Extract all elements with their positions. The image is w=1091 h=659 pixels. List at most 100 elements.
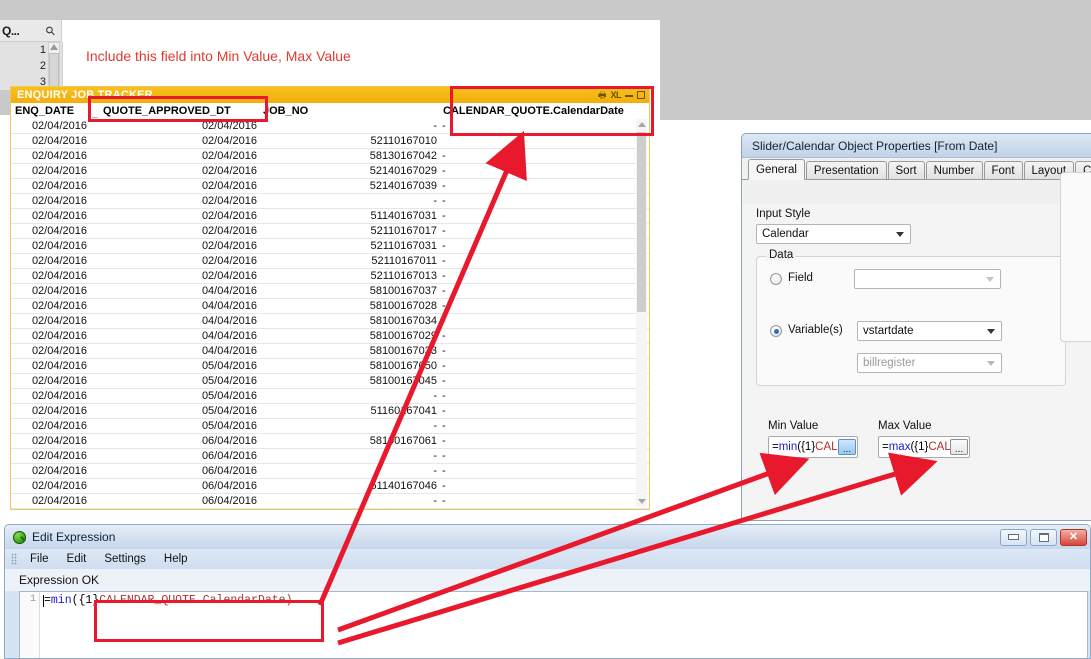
table-cell-quote[interactable]: 02/04/2016 (99, 179, 259, 193)
expression-editor[interactable]: 1 =min({1}CALENDAR_QUOTE.CalendarDate) (19, 591, 1088, 658)
edit-expression-window[interactable]: Edit Expression ✕ File Edit Settings Hel… (4, 524, 1091, 659)
table-cell-enq[interactable]: 02/04/2016 (11, 389, 91, 403)
table-cell-job[interactable]: 52110167017 (259, 224, 439, 238)
table-cell-enq[interactable]: 02/04/2016 (11, 494, 91, 508)
table-cell-job[interactable]: 52140167039 (259, 179, 439, 193)
maximize-button[interactable] (1030, 528, 1057, 546)
table-row[interactable]: 02/04/2016 05/04/2016 58100167050- (11, 359, 649, 374)
table-cell-job[interactable]: - (259, 449, 439, 463)
column-resize-handle[interactable]: _ (91, 103, 99, 119)
table-cell-quote[interactable]: 02/04/2016 (99, 269, 259, 283)
table-cell-sep[interactable] (91, 434, 99, 448)
table-row[interactable]: 02/04/2016 02/04/2016- - (11, 194, 649, 209)
table-cell-cal[interactable]: - (439, 464, 639, 478)
table-cell-enq[interactable]: 02/04/2016 (11, 209, 91, 223)
table-cell-cal[interactable]: - (439, 269, 639, 283)
table-cell-enq[interactable]: 02/04/2016 (11, 449, 91, 463)
table-cell-cal[interactable]: - (439, 419, 639, 433)
table-cell-quote[interactable]: 06/04/2016 (99, 494, 259, 508)
table-cell-cal[interactable]: - (439, 494, 639, 508)
table-cell-enq[interactable]: 02/04/2016 (11, 299, 91, 313)
table-cell-sep[interactable] (91, 314, 99, 328)
table-body[interactable]: 02/04/2016 02/04/2016- -02/04/2016 02/04/20… (11, 119, 649, 509)
table-row[interactable]: 02/04/2016 06/04/2016 51140167046- (11, 479, 649, 494)
table-cell-job[interactable]: 58130167042 (259, 149, 439, 163)
table-cell-enq[interactable]: 02/04/2016 (11, 224, 91, 238)
table-cell-quote[interactable]: 02/04/2016 (99, 119, 259, 133)
scroll-down-icon[interactable] (636, 496, 647, 507)
table-cell-cal[interactable]: - (439, 119, 639, 133)
table-cell-quote[interactable]: 06/04/2016 (99, 464, 259, 478)
table-cell-cal[interactable]: - (439, 299, 639, 313)
tab-number[interactable]: Number (925, 161, 983, 179)
table-cell-sep[interactable] (91, 164, 99, 178)
table-cell-enq[interactable]: 02/04/2016 (11, 374, 91, 388)
table-cell-cal[interactable] (439, 134, 639, 148)
table-cell-job[interactable]: 58100167050 (259, 359, 439, 373)
table-cell-job[interactable]: 52140167029 (259, 164, 439, 178)
table-row[interactable]: 02/04/2016 02/04/2016 52140167039- (11, 179, 649, 194)
table-cell-enq[interactable]: 02/04/2016 (11, 359, 91, 373)
table-cell-enq[interactable]: 02/04/2016 (11, 269, 91, 283)
tab-general[interactable]: General (748, 159, 805, 180)
table-row[interactable]: 02/04/2016 02/04/2016 52110167011- (11, 254, 649, 269)
table-cell-enq[interactable]: 02/04/2016 (11, 404, 91, 418)
chevron-down-icon[interactable] (987, 360, 995, 366)
table-cell-quote[interactable]: 04/04/2016 (99, 329, 259, 343)
table-cell-job[interactable]: - (259, 494, 439, 508)
menu-grip-icon[interactable] (11, 553, 17, 565)
table-cell-enq[interactable]: 02/04/2016 (11, 314, 91, 328)
table-cell-job[interactable]: 58100167061 (259, 434, 439, 448)
table-cell-job[interactable]: 58100167034 (259, 314, 439, 328)
table-cell-job[interactable]: 52110167011 (259, 254, 439, 268)
table-cell-sep[interactable] (91, 254, 99, 268)
max-value-expression-button[interactable]: ... (950, 439, 968, 455)
table-cell-job[interactable]: 58100167037 (259, 284, 439, 298)
chevron-down-icon[interactable] (896, 231, 904, 237)
variable-secondary-select[interactable]: billregister (857, 353, 1002, 373)
table-cell-sep[interactable] (91, 449, 99, 463)
table-cell-job[interactable]: 58100167033 (259, 344, 439, 358)
table-cell-cal[interactable]: - (439, 479, 639, 493)
table-cell-job[interactable]: - (259, 194, 439, 208)
table-cell-quote[interactable]: 06/04/2016 (99, 434, 259, 448)
table-cell-job[interactable]: 58100167029 (259, 329, 439, 343)
table-cell-enq[interactable]: 02/04/2016 (11, 344, 91, 358)
table-cell-quote[interactable]: 04/04/2016 (99, 299, 259, 313)
table-cell-enq[interactable]: 02/04/2016 (11, 134, 91, 148)
table-cell-quote[interactable]: 05/04/2016 (99, 374, 259, 388)
table-cell-job[interactable]: - (259, 389, 439, 403)
table-row[interactable]: 02/04/2016 04/04/2016 58100167037- (11, 284, 649, 299)
chevron-down-icon[interactable] (986, 276, 994, 282)
table-cell-quote[interactable]: 02/04/2016 (99, 194, 259, 208)
table-cell-job[interactable]: 52110167013 (259, 269, 439, 283)
variables-radio[interactable] (770, 325, 782, 337)
table-cell-sep[interactable] (91, 374, 99, 388)
table-row[interactable]: 02/04/2016 02/04/2016 52110167013- (11, 269, 649, 284)
table-row[interactable]: 02/04/2016 04/04/2016 58100167028- (11, 299, 649, 314)
table-cell-quote[interactable]: 02/04/2016 (99, 149, 259, 163)
table-cell-sep[interactable] (91, 269, 99, 283)
table-cell-sep[interactable] (91, 494, 99, 508)
table-cell-quote[interactable]: 06/04/2016 (99, 479, 259, 493)
table-cell-cal[interactable]: - (439, 164, 639, 178)
dialog-titlebar[interactable]: Slider/Calendar Object Properties [From … (742, 134, 1091, 158)
table-row[interactable]: 02/04/2016 06/04/2016- - (11, 449, 649, 464)
table-row[interactable]: 02/04/2016 02/04/2016 58130167042- (11, 149, 649, 164)
table-cell-enq[interactable]: 02/04/2016 (11, 419, 91, 433)
table-cell-cal[interactable]: - (439, 329, 639, 343)
table-row[interactable]: 02/04/2016 02/04/2016 52140167029- (11, 164, 649, 179)
table-cell-cal[interactable]: - (439, 284, 639, 298)
table-cell-enq[interactable]: 02/04/2016 (11, 119, 91, 133)
table-cell-sep[interactable] (91, 194, 99, 208)
table-cell-sep[interactable] (91, 464, 99, 478)
table-row[interactable]: 02/04/2016 05/04/2016- - (11, 419, 649, 434)
table-cell-cal[interactable]: - (439, 224, 639, 238)
search-panel[interactable]: Q... ⚲ (0, 20, 62, 42)
table-cell-cal[interactable]: - (439, 239, 639, 253)
table-cell-enq[interactable]: 02/04/2016 (11, 464, 91, 478)
table-cell-sep[interactable] (91, 149, 99, 163)
table-cell-quote[interactable]: 04/04/2016 (99, 314, 259, 328)
table-row[interactable]: 02/04/2016 06/04/2016 58100167061- (11, 434, 649, 449)
table-cell-enq[interactable]: 02/04/2016 (11, 284, 91, 298)
